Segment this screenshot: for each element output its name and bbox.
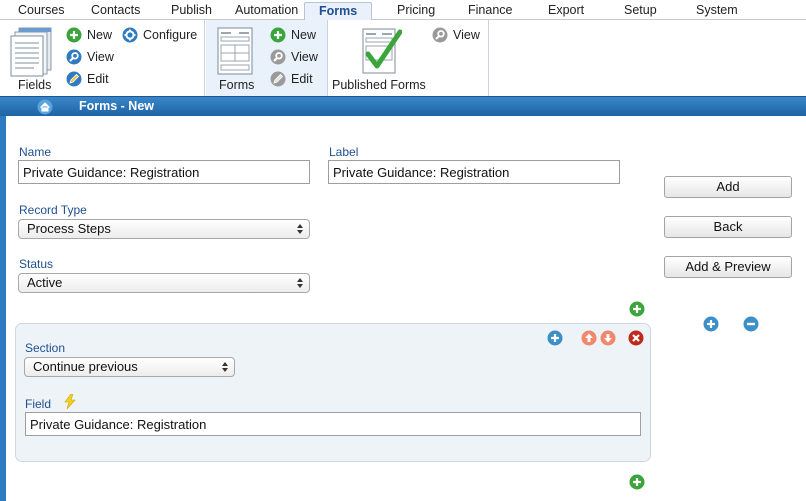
top-tab-bar: Courses Contacts Publish Automation Form… [0, 0, 806, 21]
breadcrumb: Forms - New [0, 96, 806, 116]
forms-large-icon[interactable] [217, 27, 253, 75]
tab-contacts[interactable]: Contacts [91, 3, 140, 17]
gear-icon [122, 27, 138, 43]
lightning-icon[interactable] [64, 394, 76, 409]
home-icon[interactable] [37, 99, 53, 115]
plus-circle-icon [547, 330, 563, 346]
fields-group-label: Fields [18, 78, 52, 92]
add-section-below-button[interactable] [629, 474, 645, 490]
tab-system[interactable]: System [696, 3, 738, 17]
published-view-label: View [453, 28, 480, 42]
magnifier-icon [432, 27, 448, 43]
move-down-button[interactable] [600, 330, 616, 346]
forms-new-button[interactable]: New [270, 26, 316, 44]
fields-edit-label: Edit [87, 72, 109, 86]
section-label: Section [25, 341, 66, 355]
published-view-button[interactable]: View [432, 26, 480, 44]
fields-group: Fields New Configure View Edit [0, 20, 205, 96]
forms-group: Forms New View Edit [206, 20, 328, 96]
pencil-icon [66, 71, 82, 87]
forms-view-label: View [291, 50, 318, 64]
status-label: Status [19, 257, 54, 271]
record-type-select[interactable]: Process Steps [18, 219, 310, 239]
fields-view-button[interactable]: View [66, 48, 114, 66]
select-arrows-icon [297, 224, 303, 234]
published-forms-group-label: Published Forms [332, 78, 426, 92]
forms-edit-button[interactable]: Edit [270, 70, 313, 88]
pencil-icon [270, 71, 286, 87]
fields-configure-label: Configure [143, 28, 198, 42]
select-arrows-icon [222, 362, 228, 372]
plus-circle-icon [629, 301, 645, 317]
magnifier-icon [66, 49, 82, 65]
fields-new-button[interactable]: New [66, 26, 112, 44]
delete-section-button[interactable] [628, 330, 644, 346]
ribbon-toolbar: Fields New Configure View Edit Forms New… [0, 20, 806, 96]
field-input[interactable] [25, 412, 641, 436]
expand-all-button[interactable] [703, 316, 719, 332]
tab-forms[interactable]: Forms [304, 2, 373, 21]
tab-setup[interactable]: Setup [624, 3, 657, 17]
select-arrows-icon [297, 278, 303, 288]
status-value: Active [27, 275, 63, 290]
forms-group-label: Forms [219, 78, 255, 92]
add-field-button[interactable] [547, 330, 563, 346]
forms-new-label: New [291, 28, 317, 42]
published-forms-group: Published Forms View [329, 20, 489, 96]
plus-circle-icon [703, 316, 719, 332]
section-value: Continue previous [33, 359, 138, 374]
move-up-button[interactable] [581, 330, 597, 346]
tab-export[interactable]: Export [548, 3, 584, 17]
collapse-all-button[interactable] [743, 316, 759, 332]
tab-publish[interactable]: Publish [171, 3, 212, 17]
add-button[interactable]: Add [664, 176, 792, 198]
tab-courses[interactable]: Courses [18, 3, 65, 17]
plus-circle-icon [270, 27, 286, 43]
add-section-above-button[interactable] [629, 301, 645, 317]
status-select[interactable]: Active [18, 273, 310, 293]
minus-circle-icon [743, 316, 759, 332]
fields-new-label: New [87, 28, 113, 42]
fields-view-label: View [87, 50, 114, 64]
page-title: Forms - New [79, 99, 155, 113]
close-icon [628, 330, 644, 346]
field-label: Field [25, 397, 52, 411]
tab-pricing[interactable]: Pricing [397, 3, 435, 17]
record-type-value: Process Steps [27, 221, 111, 236]
forms-view-button[interactable]: View [270, 48, 318, 66]
name-field-label: Name [19, 145, 52, 159]
record-type-label: Record Type [19, 203, 87, 217]
arrow-down-icon [600, 330, 616, 346]
arrow-up-icon [581, 330, 597, 346]
plus-circle-icon [629, 474, 645, 490]
forms-edit-label: Edit [291, 72, 313, 86]
section-panel: Section Continue previous Field [15, 323, 651, 462]
back-button[interactable]: Back [664, 216, 792, 238]
fields-large-icon[interactable] [10, 26, 56, 78]
name-input[interactable] [18, 160, 310, 184]
fields-configure-button[interactable]: Configure [122, 26, 197, 44]
label-field-label: Label [329, 145, 359, 159]
published-forms-large-icon[interactable] [362, 26, 402, 78]
plus-circle-icon [66, 27, 82, 43]
tab-finance[interactable]: Finance [468, 3, 512, 17]
tab-automation[interactable]: Automation [235, 3, 298, 17]
add-preview-button[interactable]: Add & Preview [664, 256, 792, 278]
left-accent-stripe [0, 116, 6, 501]
section-select[interactable]: Continue previous [24, 357, 235, 377]
magnifier-icon [270, 49, 286, 65]
fields-edit-button[interactable]: Edit [66, 70, 109, 88]
label-input[interactable] [328, 160, 620, 184]
